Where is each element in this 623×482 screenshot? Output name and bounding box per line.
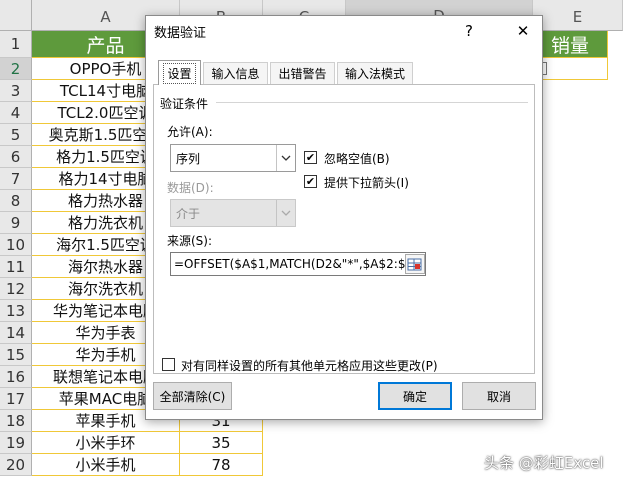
tab-error-alert[interactable]: 出错警告: [270, 62, 335, 84]
row-header[interactable]: 18: [0, 410, 32, 432]
source-input[interactable]: =OFFSET($A$1,MATCH(D2&"*",$A$2:$A: [170, 252, 426, 276]
row-header[interactable]: 4: [0, 102, 32, 124]
row-header[interactable]: 3: [0, 80, 32, 102]
row-header[interactable]: 2: [0, 58, 32, 80]
row-header[interactable]: 1: [0, 31, 32, 58]
row-header[interactable]: 19: [0, 432, 32, 454]
data-select[interactable]: 介于: [170, 199, 296, 227]
section-divider: [216, 102, 528, 103]
row-header[interactable]: 11: [0, 256, 32, 278]
data-label: 数据(D):: [167, 181, 214, 195]
row-header[interactable]: 20: [0, 454, 32, 476]
allow-select[interactable]: 序列: [170, 144, 296, 172]
clear-all-button[interactable]: 全部清除(C): [153, 382, 232, 410]
chevron-down-icon[interactable]: [276, 145, 295, 171]
data-validation-dialog: 数据验证 ? ✕ 设置 输入信息 出错警告 输入法模式 验证条件 允许(A): …: [145, 15, 543, 420]
dialog-title: 数据验证: [154, 26, 207, 41]
ignore-blank-label[interactable]: 忽略空值(B): [324, 150, 390, 167]
product-cell[interactable]: 小米手环: [32, 432, 180, 454]
cancel-button[interactable]: 取消: [462, 382, 536, 410]
dropdown-checkbox[interactable]: ✔: [304, 175, 317, 188]
source-input-value: =OFFSET($A$1,MATCH(D2&"*",$A$2:$A: [174, 257, 414, 271]
settings-panel: 验证条件 允许(A): 序列 ✔ 忽略空值(B) ✔ 提供下拉箭头(I) 数据(…: [153, 84, 535, 374]
corner-select-all[interactable]: [0, 0, 32, 31]
range-picker-icon[interactable]: [405, 254, 425, 274]
apply-all-label[interactable]: 对有同样设置的所有其他单元格应用这些更改(P): [181, 357, 438, 374]
chevron-down-icon[interactable]: [276, 200, 295, 226]
row-header[interactable]: 8: [0, 190, 32, 212]
ok-button[interactable]: 确定: [378, 382, 452, 410]
allow-select-value: 序列: [176, 151, 201, 166]
value-cell[interactable]: 35: [180, 432, 263, 454]
column-header-e[interactable]: E: [533, 0, 623, 31]
row-header[interactable]: 7: [0, 168, 32, 190]
apply-all-checkbox[interactable]: [162, 358, 175, 371]
tab-settings-label: 设置: [163, 62, 196, 84]
row-header[interactable]: 5: [0, 124, 32, 146]
data-select-value: 介于: [176, 206, 201, 221]
watermark: 头条 @彩虹Excel: [484, 454, 604, 472]
source-label: 来源(S):: [167, 234, 213, 248]
dropdown-label[interactable]: 提供下拉箭头(I): [324, 174, 409, 191]
row-header[interactable]: 9: [0, 212, 32, 234]
row-header[interactable]: 14: [0, 322, 32, 344]
row-header[interactable]: 17: [0, 388, 32, 410]
row-header[interactable]: 10: [0, 234, 32, 256]
ignore-blank-checkbox[interactable]: ✔: [304, 151, 317, 164]
row-header[interactable]: 13: [0, 300, 32, 322]
row-header[interactable]: 12: [0, 278, 32, 300]
tab-input-message[interactable]: 输入信息: [203, 62, 268, 84]
product-cell[interactable]: 小米手机: [32, 454, 180, 476]
close-button[interactable]: ✕: [510, 20, 536, 42]
row-header[interactable]: 6: [0, 146, 32, 168]
tab-settings[interactable]: 设置: [158, 60, 201, 85]
row-header[interactable]: 16: [0, 366, 32, 388]
cell-e1-header[interactable]: 销量: [533, 31, 608, 58]
tab-ime-mode[interactable]: 输入法模式: [337, 62, 413, 84]
row-header[interactable]: 15: [0, 344, 32, 366]
section-title: 验证条件: [160, 97, 209, 111]
value-cell[interactable]: 78: [180, 454, 263, 476]
help-button[interactable]: ?: [456, 20, 482, 42]
allow-label: 允许(A):: [167, 125, 213, 139]
